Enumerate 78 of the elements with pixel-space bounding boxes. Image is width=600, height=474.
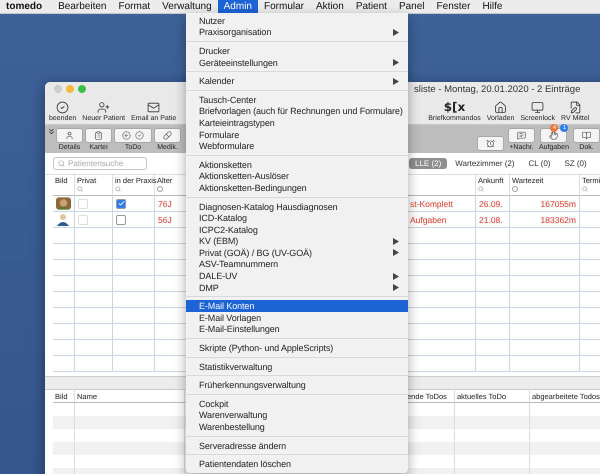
menu-bar-item[interactable]: Patient — [350, 0, 393, 13]
envelope-icon — [147, 101, 160, 114]
menu-item[interactable]: Patientendaten löschen — [186, 458, 408, 470]
menu-bar-item[interactable]: Panel — [392, 0, 431, 13]
menu-bar-item[interactable]: Format — [112, 0, 156, 13]
checkbox[interactable] — [116, 198, 126, 208]
menu-bar-item[interactable]: Verwaltung — [156, 0, 218, 13]
menu-item[interactable]: Briefvorlagen (auch für Rechnungen und Formulare) — [186, 106, 408, 118]
alarm-clock-icon — [486, 139, 495, 148]
tab[interactable]: SZ (0) — [558, 158, 593, 169]
person-avatar-icon — [56, 213, 70, 226]
message-icon — [517, 131, 526, 140]
menu-item[interactable]: E-Mail Konten — [186, 300, 408, 312]
book-icon — [582, 131, 591, 140]
table-cell: 183362m — [510, 212, 580, 228]
person-icon — [65, 131, 74, 140]
search-icon — [58, 160, 65, 167]
document-pen-icon — [568, 101, 582, 114]
tab[interactable]: Wartezimmer (2) — [449, 158, 520, 169]
message-button[interactable] — [508, 128, 535, 143]
menu-item[interactable]: Warenverwaltung — [186, 410, 408, 422]
user-plus-icon — [97, 101, 110, 114]
todo-button[interactable] — [114, 128, 152, 143]
menu-item[interactable]: Webformulare — [186, 140, 408, 152]
menu-item[interactable]: Privat (GOÄ) / BG (UV-GOÄ) — [186, 247, 408, 259]
menu-bar-item[interactable]: Formular — [258, 0, 310, 13]
menu-item[interactable]: Karteieintragstypen — [186, 117, 408, 129]
menu-item[interactable]: Nutzer — [186, 15, 408, 27]
menu-bar-item[interactable]: Admin — [218, 0, 258, 13]
monitor-icon — [531, 101, 544, 114]
window-title: sliste - Montag, 20.01.2020 - 2 Einträge — [414, 84, 580, 94]
back-circle-icon — [122, 131, 131, 140]
check-circle-icon — [135, 131, 144, 140]
menu-item[interactable]: Serveradresse ändern — [186, 440, 408, 452]
menu-item[interactable]: Drucker — [186, 45, 408, 57]
table-cell: 21.08. — [476, 212, 510, 228]
menu-item[interactable]: DMP — [186, 282, 408, 294]
card-button[interactable] — [85, 128, 112, 143]
house-icon — [494, 101, 508, 114]
tab[interactable]: CL (0) — [522, 158, 556, 169]
pill-icon — [163, 131, 172, 140]
menu-item[interactable]: Formulare — [186, 128, 408, 140]
app-menu[interactable]: tomedo — [6, 1, 42, 12]
circle-icon — [157, 186, 163, 192]
menu-item[interactable]: KV (EBM) — [186, 236, 408, 248]
book-button[interactable] — [572, 128, 600, 143]
menu-bar-item[interactable]: Aktion — [310, 0, 350, 13]
menu-bar-item[interactable]: Bearbeiten — [52, 0, 112, 13]
table-cell: 26.09. — [476, 196, 510, 212]
table-cell: 167055m — [510, 196, 580, 212]
checkbox[interactable] — [116, 214, 126, 224]
search-icon — [478, 186, 484, 192]
pill-button[interactable] — [154, 128, 181, 143]
menu-item[interactable]: Kalender — [186, 75, 408, 87]
search-icon — [77, 186, 83, 192]
menu-item[interactable]: Cockpit — [186, 398, 408, 410]
alarm-button[interactable] — [477, 136, 504, 151]
menu-item[interactable]: Praxisorganisation — [186, 26, 408, 38]
person-button[interactable] — [56, 128, 83, 143]
search-icon — [582, 186, 588, 192]
menu-bar-item[interactable]: Fenster — [430, 0, 476, 13]
search-icon — [115, 186, 121, 192]
check-circle-icon — [56, 101, 70, 114]
menu-item[interactable]: Tausch-Center — [186, 94, 408, 106]
menu-item[interactable]: Statistikverwaltung — [186, 360, 408, 372]
clipboard-icon — [94, 131, 103, 140]
menu-item[interactable]: E-Mail-Einstellungen — [186, 324, 408, 336]
menu-item[interactable]: Skripte (Python- und AppleScripts) — [186, 342, 408, 354]
chevrons-icon[interactable] — [47, 127, 56, 136]
menu-item[interactable]: Aktionsketten — [186, 158, 408, 171]
menu-item[interactable]: ASV-Teamnummern — [186, 258, 408, 270]
menu-item[interactable]: E-Mail Vorlagen — [186, 312, 408, 324]
menu-bar-item[interactable]: Hilfe — [476, 0, 508, 13]
menu-item[interactable]: Warenbestellung — [186, 421, 408, 433]
menu-item[interactable]: Geräteeinstellungen — [186, 56, 408, 68]
hand-icon — [549, 131, 558, 140]
circle-icon — [512, 186, 518, 192]
menu-item[interactable]: DALE-UV — [186, 270, 408, 282]
